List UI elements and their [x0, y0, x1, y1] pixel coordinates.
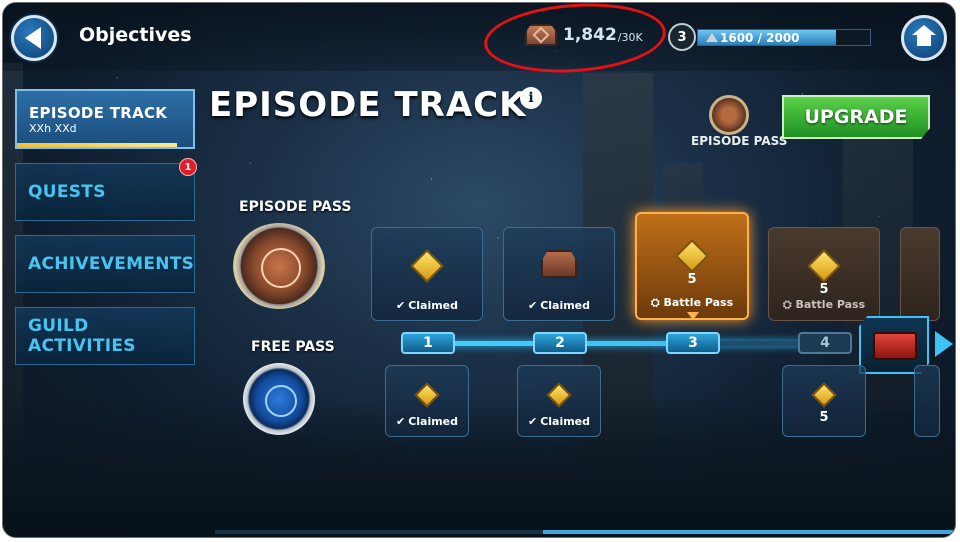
track-node-1[interactable]: 1 [401, 332, 455, 354]
reward-card-bottom-4[interactable] [914, 365, 940, 437]
upgrade-button[interactable]: UPGRADE [782, 95, 930, 139]
sidebar-item-label: ACHIVEVEMENTS [28, 254, 195, 274]
gem-icon [807, 249, 841, 283]
gem-icon [546, 382, 572, 408]
home-button[interactable] [901, 15, 947, 61]
battle-pass-icon: ⛭ [650, 296, 664, 309]
sidebar-item-achievements[interactable]: ACHIVEVEMENTS [15, 235, 195, 293]
notification-badge: 1 [179, 158, 197, 176]
sidebar-item-label: GUILD ACTIVITIES [28, 316, 136, 356]
crate-icon [541, 250, 577, 278]
reward-card-top-2[interactable]: ✔ Claimed [503, 227, 615, 321]
back-arrow-icon [24, 27, 41, 49]
reward-card-bottom-1[interactable]: ✔ Claimed [385, 365, 469, 437]
track-node-2[interactable]: 2 [533, 332, 587, 354]
battle-pass-icon: ⛭ [782, 298, 796, 311]
chest-icon [873, 332, 917, 360]
sidebar-item-label: EPISODE TRACK [29, 103, 168, 122]
reward-card-bottom-3[interactable]: 5 [782, 365, 866, 437]
episode-pass-small-label: EPISODE PASS [691, 134, 788, 148]
xp-icon [706, 33, 718, 42]
reward-status: ✔ Claimed [527, 299, 591, 312]
reward-quantity: 5 [687, 272, 697, 287]
gem-icon [811, 382, 837, 408]
track-node-3[interactable]: 3 [666, 332, 720, 354]
reward-card-top-1[interactable]: ✔ Claimed [371, 227, 483, 321]
reward-status: ⛭ Battle Pass [782, 298, 866, 311]
section-title: EPISODE TRACK [209, 85, 527, 125]
active-indicator [17, 143, 177, 147]
reward-quantity: 5 [819, 410, 829, 425]
xp-progress-bar: 1600 / 2000 [697, 29, 871, 46]
sidebar-item-guild-activities[interactable]: GUILD ACTIVITIES [15, 307, 195, 365]
home-icon [912, 25, 936, 47]
reward-card-top-3[interactable]: 5 ⛭ Battle Pass [635, 212, 749, 320]
reward-card-bottom-2[interactable]: ✔ Claimed [517, 365, 601, 437]
xp-text: 1600 / 2000 [720, 31, 800, 45]
reward-card-top-5[interactable] [900, 227, 940, 321]
scrollbar-thumb[interactable] [543, 530, 953, 534]
sidebar-item-quests[interactable]: QUESTS [15, 163, 195, 221]
info-icon[interactable]: i [520, 87, 542, 109]
reward-status: ✔ Claimed [527, 415, 591, 428]
reward-status: ✔ Claimed [395, 415, 459, 428]
reward-status: ✔ Claimed [395, 299, 459, 312]
current-marker-icon [687, 312, 699, 320]
gem-icon [675, 239, 709, 273]
free-pass-label: FREE PASS [251, 339, 335, 355]
reward-status: ⛭ Battle Pass [650, 296, 734, 309]
sidebar-item-timer: XXh XXd [29, 121, 77, 135]
sidebar-item-label: QUESTS [28, 182, 106, 202]
gem-icon [410, 249, 444, 283]
level-badge: 3 [668, 23, 696, 51]
reward-quantity: 5 [819, 282, 829, 297]
sidebar-item-episode-track[interactable]: EPISODE TRACK XXh XXd [15, 89, 195, 149]
episode-pass-label: EPISODE PASS [239, 199, 352, 215]
next-arrow-icon[interactable] [935, 331, 953, 357]
game-screen: Objectives 1,842 /30K 3 1600 / 2000 EPIS… [2, 2, 956, 538]
episode-pass-medal-icon [709, 95, 749, 135]
page-title: Objectives [79, 24, 192, 46]
free-pass-medal-icon [243, 363, 315, 435]
episode-pass-medal-icon [233, 223, 325, 309]
reward-card-top-4[interactable]: 5 ⛭ Battle Pass [768, 227, 880, 321]
gem-icon [414, 382, 440, 408]
track-node-4[interactable]: 4 [798, 332, 852, 354]
back-button[interactable] [11, 15, 57, 61]
